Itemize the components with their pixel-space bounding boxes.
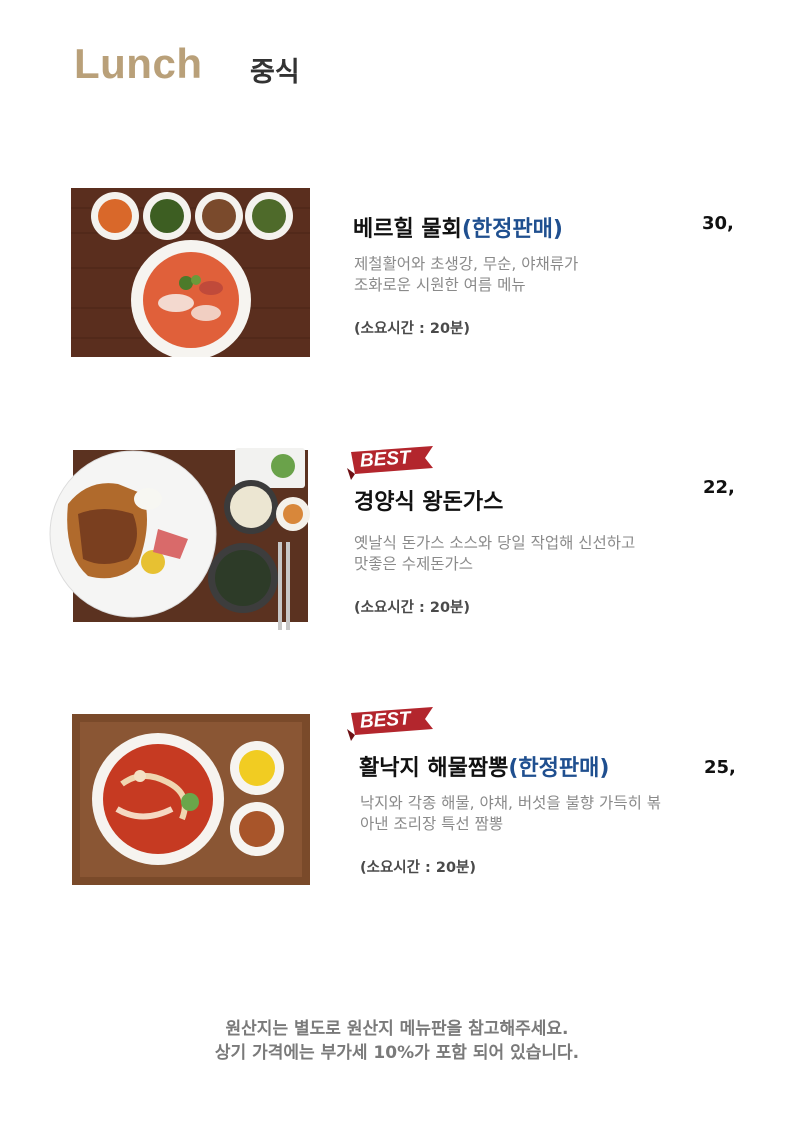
limited-label: (한정판매) <box>461 217 563 242</box>
donkatsu-photo <box>49 448 310 630</box>
menu-item-desc-line1: 낙지와 각종 해물, 야채, 버섯을 불향 가득히 볶 <box>360 794 662 812</box>
menu-item-name: 베르힐 물회(한정판매) <box>353 217 563 242</box>
footer-vat-note: 상기 가격에는 부가세 10%가 포함 되어 있습니다. <box>214 1043 580 1063</box>
menu-item-price: 30, <box>702 213 734 234</box>
menu-item-desc-line2: 아낸 조리장 특선 짬뽕 <box>360 815 504 833</box>
menu-item-desc-line2: 맛좋은 수제돈가스 <box>354 555 474 573</box>
jjamppong-photo <box>72 714 310 885</box>
menu-item-time: (소요시간 : 20분) <box>360 860 477 876</box>
menu-item-time: (소요시간 : 20분) <box>354 321 471 337</box>
mulhoe-photo <box>71 188 310 357</box>
menu-item-time: (소요시간 : 20분) <box>354 600 471 616</box>
menu-item-desc-line2: 조화로운 시원한 여름 메뉴 <box>354 276 526 294</box>
menu-item-name: 활낙지 해물짬뽕(한정판매) <box>359 756 610 781</box>
footer-origin-note: 원산지는 별도로 원산지 메뉴판을 참고해주세요. <box>225 1019 569 1039</box>
menu-item-price: 22, <box>703 477 735 498</box>
best-badge-label: BEST <box>359 708 412 733</box>
menu-item-desc-line1: 제철활어와 초생강, 무순, 야채류가 <box>354 255 579 273</box>
limited-label: (한정판매) <box>508 756 610 781</box>
page-title: Lunch <box>74 40 203 87</box>
best-badge-label: BEST <box>359 447 412 472</box>
menu-item-name: 경양식 왕돈가스 <box>354 490 504 515</box>
category-title: 중식 <box>250 57 300 88</box>
menu-item-price: 25, <box>704 757 736 778</box>
menu-item-desc-line1: 옛날식 돈가스 소스와 당일 작업해 신선하고 <box>354 534 636 552</box>
